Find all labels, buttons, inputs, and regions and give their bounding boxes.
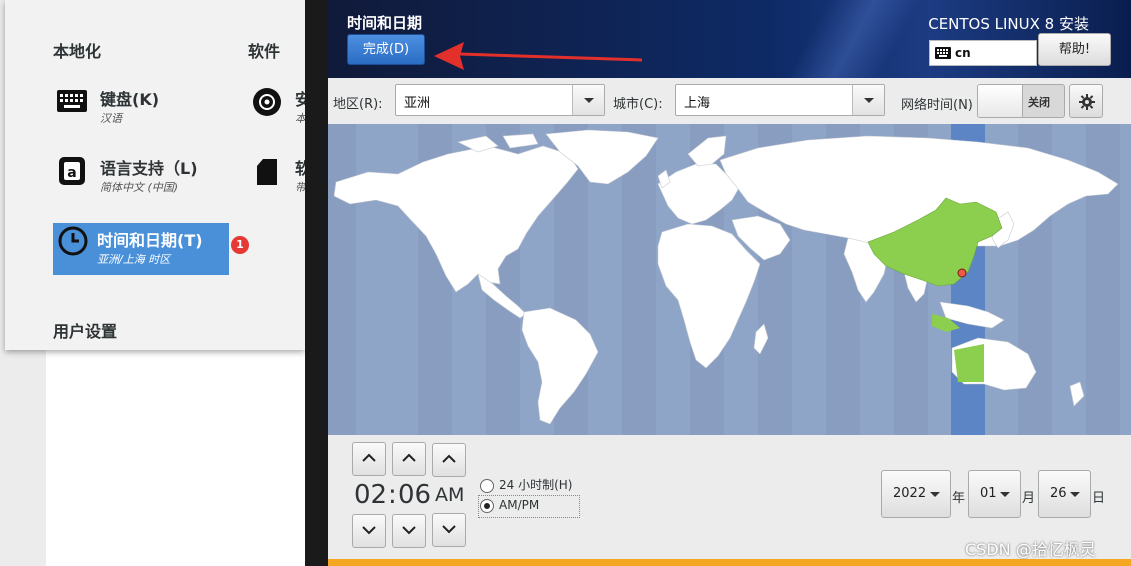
minute-up-button[interactable]: [392, 442, 426, 476]
time-date-dialog: 时间和日期 完成(D) CENTOS LINUX 8 安装 cn 帮助! 地区(…: [305, 0, 1131, 566]
chevron-down-icon: [1000, 492, 1010, 497]
chevron-up-icon: [362, 453, 376, 462]
day-unit: 日: [1092, 491, 1106, 506]
city-combo[interactable]: 上海: [675, 84, 885, 116]
ntp-settings-button[interactable]: [1069, 84, 1103, 118]
region-label: 地区(R):: [333, 97, 383, 112]
region-value: 亚洲: [404, 96, 431, 111]
watermark: CSDN @拾忆枫灵: [965, 540, 1096, 559]
chevron-down-icon: [362, 526, 376, 535]
spoke-software-title: 软: [295, 159, 305, 178]
hour-up-button[interactable]: [352, 442, 386, 476]
time-separator: :: [388, 480, 397, 510]
keyboard-icon: [57, 90, 87, 112]
spoke-software-selection[interactable]: 软 带: [251, 155, 305, 199]
spoke-install-source-status: 本: [295, 112, 305, 125]
keyboard-layout-indicator[interactable]: cn: [929, 40, 1037, 66]
format-24h-label: 24 小时制(H): [499, 478, 573, 492]
year-unit: 年: [952, 491, 966, 506]
user-settings-heading: 用户设置: [53, 322, 118, 341]
minute-value: 06: [398, 480, 432, 510]
spoke-software-status: 带: [295, 181, 305, 194]
world-map-graphic: [328, 124, 1131, 435]
clock-icon: [58, 226, 88, 256]
month-value: 01: [980, 486, 997, 501]
disc-icon: [253, 88, 281, 116]
chevron-down-icon: [584, 98, 594, 103]
format-24h-radio[interactable]: 24 小时制(H): [480, 476, 572, 493]
product-title: CENTOS LINUX 8 安装: [928, 15, 1089, 33]
ampm-up-button[interactable]: [432, 443, 466, 477]
radio-on-icon: [480, 498, 494, 513]
spoke-language-status: 简体中文 (中国): [100, 181, 179, 194]
chevron-down-icon: [930, 492, 940, 497]
spoke-language-title: 语言支持（L): [100, 159, 198, 178]
spoke-language[interactable]: a 语言支持（L) 简体中文 (中国): [56, 155, 236, 199]
keyboard-icon: [935, 47, 951, 59]
package-icon: [257, 159, 277, 185]
spoke-time-status: 亚洲/上海 时区: [97, 253, 171, 266]
network-time-switch[interactable]: 关闭: [977, 84, 1065, 118]
help-button[interactable]: 帮助!: [1038, 33, 1111, 66]
localization-heading: 本地化: [53, 42, 102, 61]
month-dropdown[interactable]: 01: [968, 470, 1021, 518]
dialog-content: 时间和日期 完成(D) CENTOS LINUX 8 安装 cn 帮助! 地区(…: [328, 0, 1131, 566]
spoke-install-source-title: 安: [295, 90, 305, 109]
spoke-keyboard-title: 键盘(K): [100, 90, 160, 109]
network-time-state: 关闭: [1028, 96, 1050, 109]
ampm-down-button[interactable]: [432, 513, 466, 547]
month-unit: 月: [1022, 491, 1036, 506]
year-dropdown[interactable]: 2022: [881, 470, 951, 518]
software-heading: 软件: [248, 42, 281, 61]
spoke-keyboard-status: 汉语: [100, 112, 122, 125]
region-combo[interactable]: 亚洲: [395, 84, 605, 116]
timezone-map[interactable]: [328, 124, 1131, 435]
radio-off-icon: [480, 478, 494, 493]
spoke-keyboard[interactable]: 键盘(K) 汉语: [56, 86, 236, 130]
svg-text:a: a: [67, 165, 76, 181]
hour-value: 02: [354, 480, 388, 510]
hour-down-button[interactable]: [352, 514, 386, 548]
annotation-arrow-icon: [434, 42, 643, 70]
region-dropdown-button[interactable]: [572, 85, 604, 115]
year-value: 2022: [893, 486, 927, 501]
city-dropdown-button[interactable]: [852, 85, 884, 115]
minute-down-button[interactable]: [392, 514, 426, 548]
status-bar: [328, 559, 1131, 566]
ampm-value: AM: [435, 484, 465, 506]
spoke-install-source[interactable]: 安 本: [251, 86, 305, 130]
spoke-time-title: 时间和日期(T): [97, 231, 203, 250]
spoke-time-date[interactable]: 时间和日期(T) 亚洲/上海 时区: [53, 223, 229, 275]
gear-icon: [1079, 94, 1095, 110]
city-value: 上海: [684, 96, 711, 111]
chevron-up-icon: [402, 453, 416, 462]
format-ampm-label: AM/PM: [499, 498, 540, 512]
switch-knob: [978, 85, 1023, 117]
format-ampm-radio[interactable]: AM/PM: [480, 498, 539, 513]
chevron-down-icon: [442, 525, 456, 534]
city-label: 城市(C):: [613, 97, 663, 112]
network-time-label: 网络时间(N): [901, 98, 973, 113]
header-decoration: [718, 0, 978, 78]
chevron-down-icon: [402, 526, 416, 535]
summary-panel: 本地化 软件 键盘(K) 汉语 a 语言支持（L) 简体中文 (中国) 时间和日…: [5, 0, 305, 350]
chevron-down-icon: [1070, 492, 1080, 497]
done-button[interactable]: 完成(D): [347, 34, 425, 65]
chevron-up-icon: [442, 454, 456, 463]
city-pin-icon: [957, 268, 967, 278]
day-dropdown[interactable]: 26: [1038, 470, 1091, 518]
day-value: 26: [1050, 486, 1067, 501]
summary-content-area: [46, 350, 305, 566]
language-icon: a: [59, 157, 85, 185]
warning-badge: 1: [231, 236, 249, 254]
keyboard-layout-code: cn: [955, 46, 971, 60]
chevron-down-icon: [864, 98, 874, 103]
page-title: 时间和日期: [347, 14, 423, 32]
